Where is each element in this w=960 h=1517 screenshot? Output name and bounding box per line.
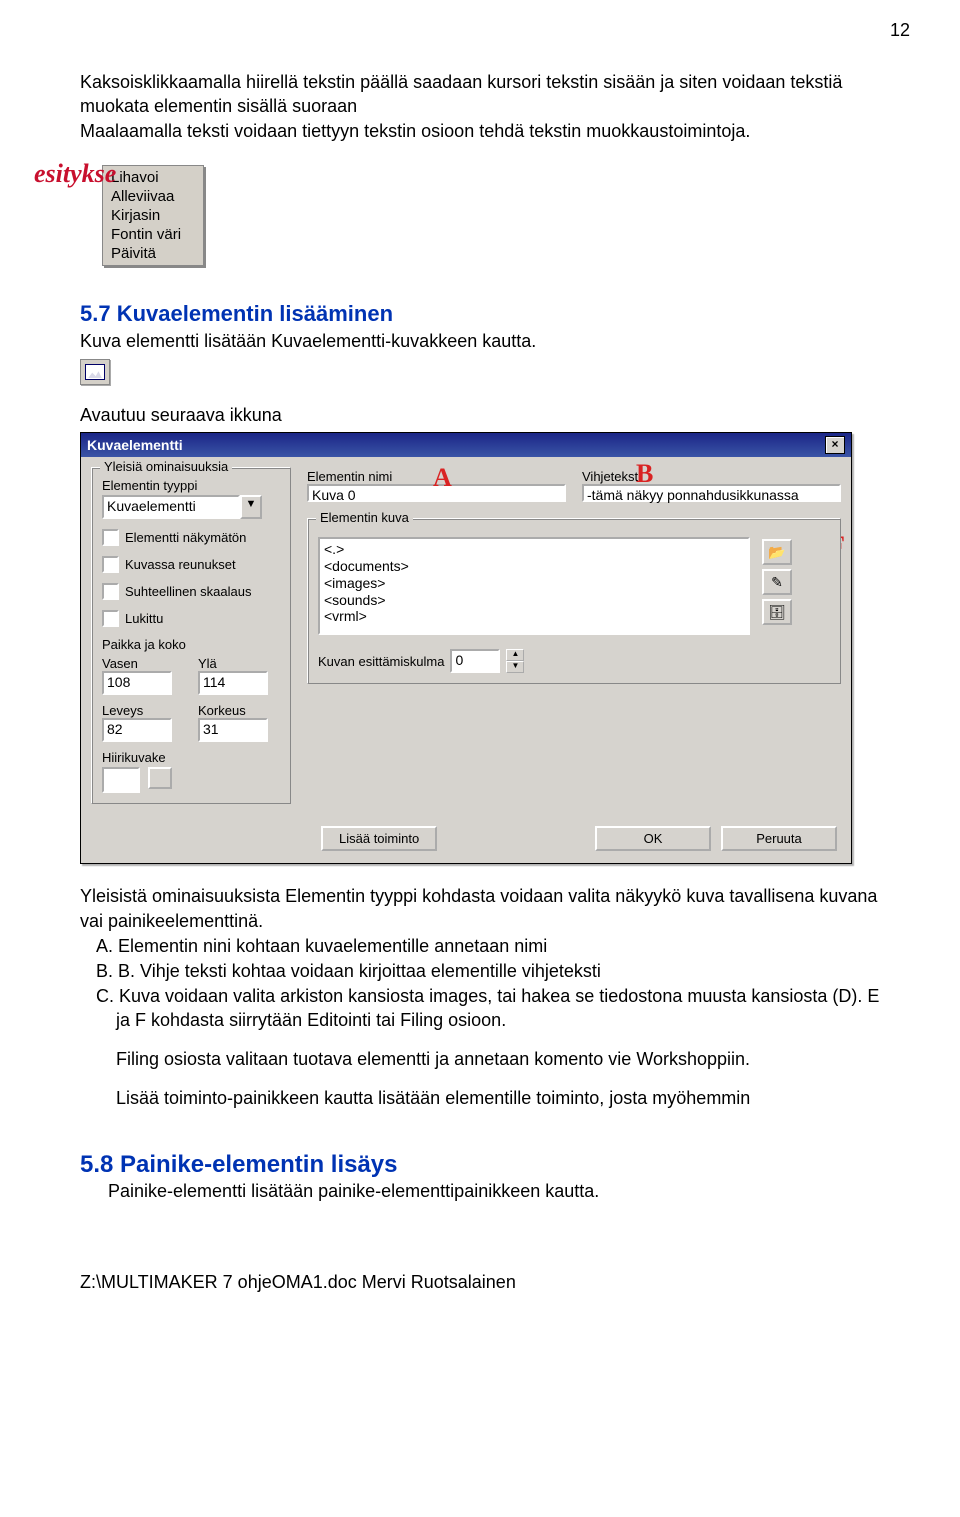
document-footer: Z:\MULTIMAKER 7 ohjeOMA1.doc Mervi Ruots… (80, 1272, 880, 1293)
image-path-listbox[interactable]: <.> <documents> <images> <sounds> <vrml> (318, 537, 750, 635)
ctx-item-alleviivaa[interactable]: Alleviivaa (103, 187, 203, 206)
group-yleisia-label: Yleisiä ominaisuuksia (100, 459, 232, 474)
input-vihjeteksti[interactable]: -tämä näkyy ponnahdusikkunassa (582, 484, 841, 502)
after-dialog-text: Yleisistä ominaisuuksista Elementin tyyp… (80, 884, 880, 1111)
red-esitykse-text: esitykse (34, 159, 56, 189)
checkbox-icon[interactable] (102, 529, 119, 546)
checkbox-icon[interactable] (102, 610, 119, 627)
after-a: A. Elementin nini kohtaan kuvaelementill… (80, 934, 880, 959)
dialog-title-bar: Kuvaelementti × (81, 433, 851, 457)
list-item[interactable]: <sounds> (324, 592, 744, 609)
input-korkeus[interactable]: 31 (198, 718, 268, 742)
open-folder-icon[interactable]: 📂 (762, 539, 792, 565)
chk-skaalaus-label: Suhteellinen skaalaus (125, 584, 251, 599)
input-vasen[interactable]: 108 (102, 671, 172, 695)
after-c: C. Kuva voidaan valita arkiston kansiost… (80, 984, 880, 1034)
list-item[interactable]: <vrml> (324, 608, 744, 625)
lisaa-toiminto-button[interactable]: Lisää toiminto (321, 826, 437, 851)
list-item[interactable]: <documents> (324, 558, 744, 575)
peruuta-button[interactable]: Peruuta (721, 826, 837, 851)
edit-icon[interactable]: ✎ (762, 569, 792, 595)
elementin-tyyppi-combo[interactable]: Kuvaelementti ▼ (102, 495, 262, 519)
chk-reunakset[interactable]: Kuvassa reunukset (102, 556, 280, 573)
chk-lukittu-label: Lukittu (125, 611, 163, 626)
ctx-item-lihavoi[interactable]: Lihavoi (103, 168, 203, 187)
label-elementin-tyyppi: Elementin tyyppi (102, 478, 280, 493)
heading-5-8-sub: Painike-elementti lisätään painike-eleme… (80, 1181, 880, 1202)
avautuu-text: Avautuu seuraava ikkuna (80, 405, 880, 426)
marker-a: A (433, 463, 452, 493)
group-elementin-kuva-label: Elementin kuva (316, 510, 413, 525)
chevron-down-icon[interactable]: ▼ (240, 495, 262, 519)
group-yleisia: Yleisiä ominaisuuksia Elementin tyyppi K… (91, 467, 291, 804)
input-leveys[interactable]: 82 (102, 718, 172, 742)
chk-skaalaus[interactable]: Suhteellinen skaalaus (102, 583, 280, 600)
heading-5-7: 5.7 Kuvaelementin lisääminen (80, 301, 880, 327)
chevron-down-icon[interactable]: ▼ (506, 661, 524, 673)
input-kuvan-esittamiskulma[interactable]: 0 (450, 649, 500, 673)
heading-5-7-sub: Kuva elementti lisätään Kuvaelementti-ku… (80, 329, 880, 353)
after-p1: Yleisistä ominaisuuksista Elementin tyyp… (80, 884, 880, 934)
heading-5-8: 5.8 Painike-elementin lisäys (80, 1151, 880, 1179)
dialog-title: Kuvaelementti (87, 437, 183, 453)
after-b: B. B. Vihje teksti kohtaa voidaan kirjoi… (80, 959, 880, 984)
label-leveys: Leveys (102, 703, 184, 718)
image-element-icon[interactable] (80, 359, 110, 385)
hiirikuvake-button[interactable] (148, 767, 172, 789)
hiirikuvake-preview (102, 767, 140, 793)
ctx-item-fontin-vari[interactable]: Fontin väri (103, 225, 203, 244)
chk-nakymaton[interactable]: Elementti näkymätön (102, 529, 280, 546)
elementin-tyyppi-value: Kuvaelementti (102, 495, 240, 519)
after-p2: Filing osiosta valitaan tuotava elementt… (80, 1047, 880, 1072)
checkbox-icon[interactable] (102, 556, 119, 573)
ctx-item-paivita[interactable]: Päivitä (103, 244, 203, 263)
label-vasen: Vasen (102, 656, 184, 671)
ctx-item-kirjasin[interactable]: Kirjasin (103, 206, 203, 225)
label-vihjeteksti: Vihjeteksti (582, 469, 841, 484)
label-hiirikuvake: Hiirikuvake (102, 750, 280, 765)
intro-line-1: Kaksoisklikkaamalla hiirellä tekstin pää… (80, 72, 842, 116)
list-item[interactable]: <images> (324, 575, 744, 592)
chevron-up-icon[interactable]: ▲ (506, 649, 524, 661)
label-korkeus: Korkeus (198, 703, 280, 718)
group-elementin-kuva: Elementin kuva <.> <documents> <images> … (307, 518, 841, 684)
intro-line-2: Maalaamalla teksti voidaan tiettyyn teks… (80, 121, 750, 141)
page-number: 12 (890, 20, 910, 41)
list-item[interactable]: <.> (324, 541, 744, 558)
filing-icon[interactable]: 🗄 (762, 599, 792, 625)
ok-button[interactable]: OK (595, 826, 711, 851)
angle-spinner[interactable]: ▲▼ (506, 649, 524, 673)
label-paikka-koko: Paikka ja koko (102, 637, 280, 652)
input-yla[interactable]: 114 (198, 671, 268, 695)
marker-b: B (636, 459, 653, 489)
kuvaelementti-dialog: Kuvaelementti × A B C D E F Yleisiä omin… (80, 432, 852, 864)
close-icon[interactable]: × (825, 436, 845, 454)
checkbox-icon[interactable] (102, 583, 119, 600)
chk-reunakset-label: Kuvassa reunukset (125, 557, 236, 572)
after-p3: Lisää toiminto-painikkeen kautta lisätää… (80, 1086, 880, 1111)
context-menu[interactable]: Lihavoi Alleviivaa Kirjasin Fontin väri … (102, 165, 204, 266)
label-kuvan-esittamiskulma: Kuvan esittämiskulma (318, 654, 444, 669)
chk-lukittu[interactable]: Lukittu (102, 610, 280, 627)
label-yla: Ylä (198, 656, 280, 671)
intro-paragraph: Kaksoisklikkaamalla hiirellä tekstin pää… (80, 70, 880, 143)
chk-nakymaton-label: Elementti näkymätön (125, 530, 246, 545)
